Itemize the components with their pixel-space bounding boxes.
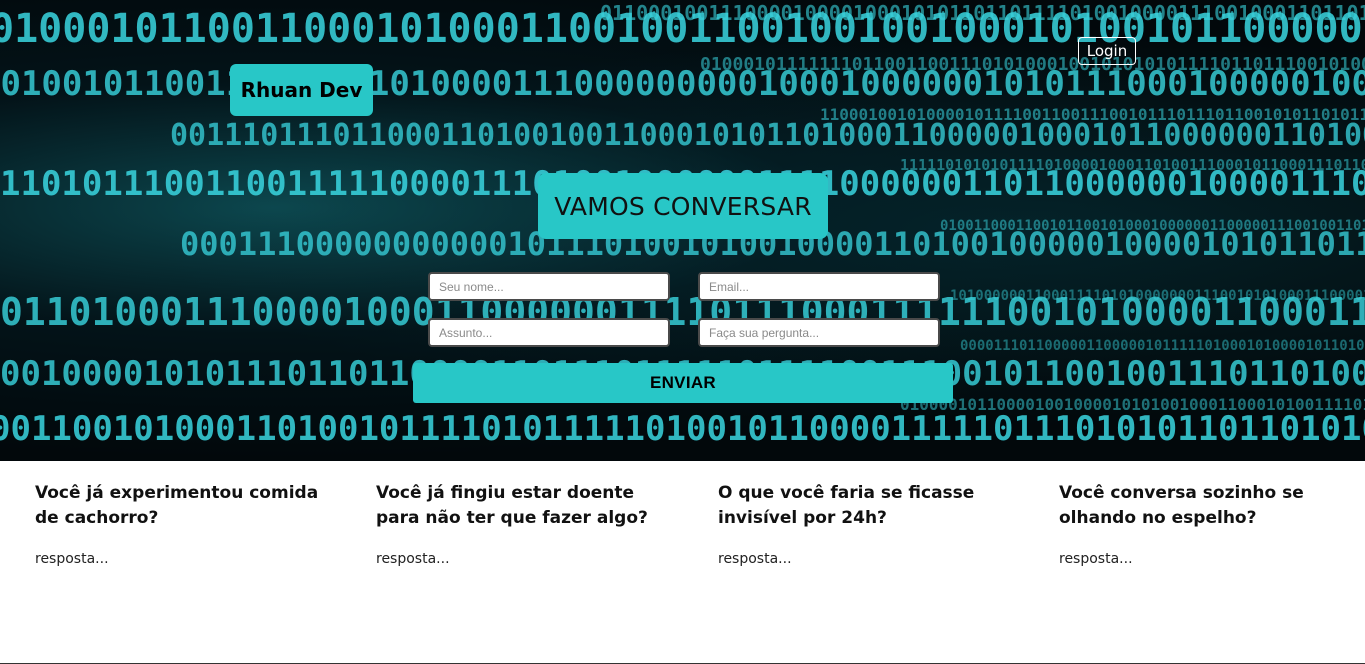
faq-question: Você conversa sozinho se olhando no espe… — [1059, 483, 1304, 528]
faq-question: Você já experimentou comida de cachorro? — [35, 483, 319, 528]
binary-digits-decoration: 1100010010100001011110011001110010111011… — [820, 105, 1365, 124]
binary-digits-decoration: 1010000001100011110101000000011100101010… — [950, 288, 1365, 304]
faq-answer: resposta... — [35, 551, 109, 567]
email-input[interactable] — [698, 272, 940, 301]
faq-answer: resposta... — [718, 551, 792, 567]
binary-digits-decoration: 0011001010001101001011110101111101001011… — [0, 409, 1365, 449]
faq-item: O que você faria se ficasse invisível po… — [718, 481, 1008, 567]
binary-digits-decoration: 0100010111111101100110011101010001001010… — [700, 54, 1365, 75]
binary-digits-decoration: 0100001011000010010000101010010001100010… — [900, 395, 1365, 414]
hero-section: 0100010110011000101000110010011001001001… — [0, 0, 1365, 461]
name-input[interactable] — [428, 272, 670, 301]
contact-title: VAMOS CONVERSAR — [538, 173, 828, 239]
faq-question: Você já fingiu estar doente para não ter… — [376, 483, 648, 528]
binary-digits-decoration: 0110001001110000100001000101011011011110… — [600, 1, 1365, 25]
question-input[interactable] — [698, 318, 940, 347]
faq-item: Você conversa sozinho se olhando no espe… — [1059, 481, 1349, 567]
binary-digits-decoration: 0100110001100101100101000100000011000001… — [940, 218, 1365, 234]
faq-question: O que você faria se ficasse invisível po… — [718, 483, 975, 528]
faq-answer: resposta... — [1059, 551, 1133, 567]
subject-input[interactable] — [428, 318, 670, 347]
binary-digits-decoration: 0000111011000001100000101111101000101000… — [960, 338, 1365, 354]
send-button[interactable]: ENVIAR — [413, 363, 953, 403]
brand-logo[interactable]: Rhuan Dev — [230, 64, 373, 116]
faq-item: Você já experimentou comida de cachorro?… — [35, 481, 325, 567]
login-button[interactable]: Login — [1078, 37, 1136, 65]
faq-section: Você já experimentou comida de cachorro?… — [0, 461, 1365, 664]
faq-answer: resposta... — [376, 551, 450, 567]
faq-item: Você já fingiu estar doente para não ter… — [376, 481, 666, 567]
binary-digits-decoration: 1111101010101111010000100011010011100010… — [900, 156, 1365, 174]
